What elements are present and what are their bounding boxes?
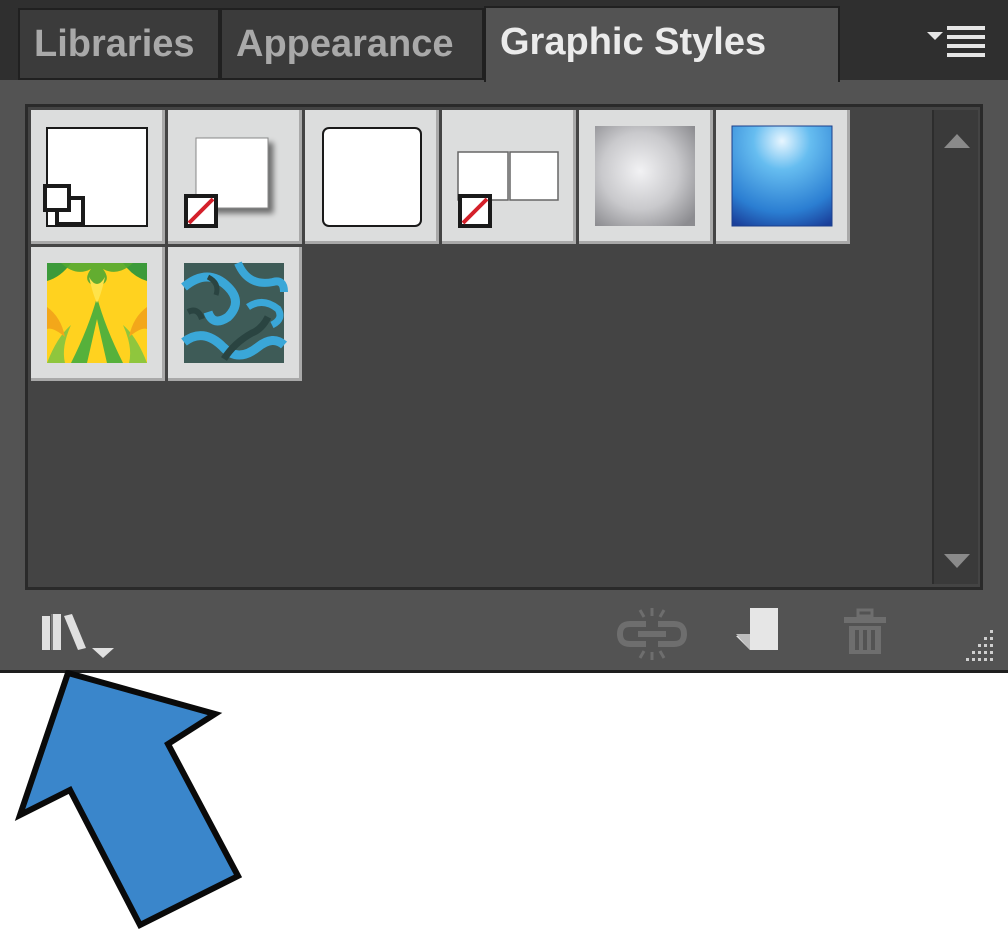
yellow-green-pattern-style-swatch[interactable] bbox=[31, 247, 165, 381]
panel-bottom-toolbar bbox=[0, 596, 1008, 670]
graphic-styles-panel: Libraries Appearance Graphic Styles bbox=[0, 0, 1008, 673]
default-graphic-style-swatch[interactable] bbox=[31, 110, 165, 244]
resize-grip-icon[interactable] bbox=[954, 626, 996, 666]
blue-gradient-style-swatch[interactable] bbox=[716, 110, 850, 244]
scroll-up-arrow-icon[interactable] bbox=[942, 130, 972, 152]
panel-tab-bar: Libraries Appearance Graphic Styles bbox=[0, 0, 1008, 82]
swatch-list-scrollbar[interactable] bbox=[932, 110, 978, 584]
tab-libraries[interactable]: Libraries bbox=[18, 8, 220, 80]
new-graphic-style-icon[interactable] bbox=[734, 606, 782, 656]
panel-menu-icon[interactable] bbox=[925, 22, 991, 66]
teal-swirl-pattern-style-swatch[interactable] bbox=[168, 247, 302, 381]
break-link-icon[interactable] bbox=[616, 606, 688, 662]
round-corners-style-swatch[interactable] bbox=[305, 110, 439, 244]
double-box-style-swatch[interactable] bbox=[442, 110, 576, 244]
tab-graphic-styles[interactable]: Graphic Styles bbox=[484, 6, 840, 82]
gray-bevel-style-swatch[interactable] bbox=[579, 110, 713, 244]
scroll-down-arrow-icon[interactable] bbox=[942, 550, 972, 572]
graphic-styles-swatch-list bbox=[25, 104, 983, 590]
drop-shadow-style-swatch[interactable] bbox=[168, 110, 302, 244]
callout-arrow-icon bbox=[14, 670, 243, 930]
delete-graphic-style-icon[interactable] bbox=[840, 608, 890, 656]
tab-appearance[interactable]: Appearance bbox=[220, 8, 484, 80]
graphic-styles-library-menu-icon[interactable] bbox=[40, 610, 120, 662]
